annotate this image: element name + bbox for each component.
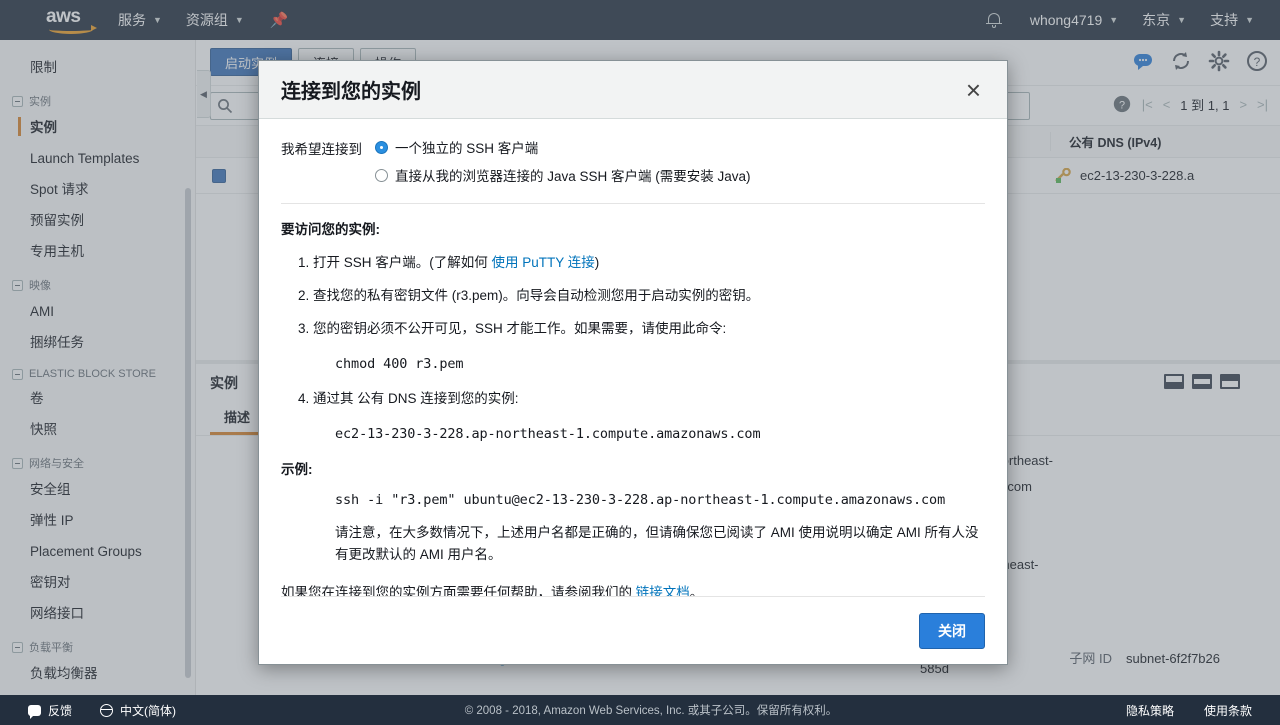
footer-links: 隐私策略 使用条款 (1126, 702, 1252, 719)
close-button[interactable]: 关闭 (919, 612, 985, 649)
radio-java-ssh-label: 直接从我的浏览器连接的 Java SSH 客户端 (需要安装 Java) (395, 169, 751, 184)
chmod-command: chmod 400 r3.pem (335, 356, 464, 372)
username-note: 请注意，在大多数情况下，上述用户名都是正确的，但请确保您已阅读了 AMI 使用说… (335, 525, 979, 562)
globe-icon (100, 703, 114, 717)
public-dns-value: ec2-13-230-3-228.ap-northeast-1.compute.… (335, 426, 761, 442)
radio-option-java-ssh[interactable]: 直接从我的浏览器连接的 Java SSH 客户端 (需要安装 Java) (375, 165, 751, 185)
connect-steps-list-continued: 通过其 公有 DNS 连接到您的实例: (299, 388, 985, 410)
example-heading: 示例: (281, 462, 313, 477)
terms-of-use-link[interactable]: 使用条款 (1204, 702, 1252, 719)
connect-method-options: 一个独立的 SSH 客户端 直接从我的浏览器连接的 Java SSH 客户端 (… (375, 137, 751, 193)
connect-method-group: 我希望连接到 一个独立的 SSH 客户端 直接从我的浏览器连接的 Java SS… (281, 137, 985, 193)
modal-body: 我希望连接到 一个独立的 SSH 客户端 直接从我的浏览器连接的 Java SS… (259, 119, 1007, 596)
modal-footer: 关闭 (281, 596, 985, 664)
help-line: 如果您在连接到您的实例方面需要任何帮助，请参阅我们的 链接文档。 (281, 582, 985, 596)
feedback-label: 反馈 (48, 703, 73, 718)
modal-divider (281, 203, 985, 204)
ssh-command: ssh -i "r3.pem" ubuntu@ec2-13-230-3-228.… (335, 492, 946, 508)
feedback-button[interactable]: 反馈 (28, 702, 72, 719)
page-footer: 反馈 中文(简体) © 2008 - 2018, Amazon Web Serv… (0, 695, 1280, 725)
privacy-policy-link[interactable]: 隐私策略 (1126, 702, 1174, 719)
radio-option-standalone-ssh[interactable]: 一个独立的 SSH 客户端 (375, 137, 751, 157)
help-text-post: 。 (689, 585, 704, 596)
connect-instance-modal: 连接到您的实例 × 我希望连接到 一个独立的 SSH 客户端 直接从我的浏览器连… (258, 60, 1008, 665)
language-label: 中文(简体) (120, 703, 177, 718)
modal-header: 连接到您的实例 × (259, 61, 1007, 119)
feedback-icon (28, 704, 41, 719)
radio-java-ssh-icon[interactable] (375, 168, 388, 182)
close-button-label: 关闭 (938, 622, 966, 639)
language-button[interactable]: 中文(简体) (100, 702, 176, 719)
copyright-text: © 2008 - 2018, Amazon Web Services, Inc.… (464, 705, 838, 717)
radio-standalone-ssh-icon[interactable] (375, 140, 388, 154)
connect-step-2: 查找您的私有密钥文件 (r3.pem)。向导会自动检测您用于启动实例的密钥。 (313, 285, 985, 307)
access-instance-heading: 要访问您的实例: (281, 222, 380, 237)
step1-text-post: ) (594, 255, 600, 270)
connect-method-label: 我希望连接到 (281, 142, 362, 157)
connect-steps-list: 打开 SSH 客户端。(了解如何 使用 PuTTY 连接) 查找您的私有密钥文件… (299, 252, 985, 340)
putty-connect-link[interactable]: 使用 PuTTY 连接 (492, 255, 595, 270)
modal-title: 连接到您的实例 (281, 81, 421, 103)
help-text-pre: 如果您在连接到您的实例方面需要任何帮助，请参阅我们的 (281, 585, 636, 596)
connect-step-1: 打开 SSH 客户端。(了解如何 使用 PuTTY 连接) (313, 252, 985, 274)
step1-text-pre: 打开 SSH 客户端。(了解如何 (313, 255, 492, 270)
close-icon[interactable]: × (962, 77, 985, 103)
connect-step-4: 通过其 公有 DNS 连接到您的实例: (313, 388, 985, 410)
connect-step-3: 您的密钥必须不公开可见，SSH 才能工作。如果需要，请使用此命令: (313, 318, 985, 340)
connect-documentation-link[interactable]: 链接文档 (636, 585, 690, 596)
radio-standalone-ssh-label: 一个独立的 SSH 客户端 (395, 141, 539, 156)
